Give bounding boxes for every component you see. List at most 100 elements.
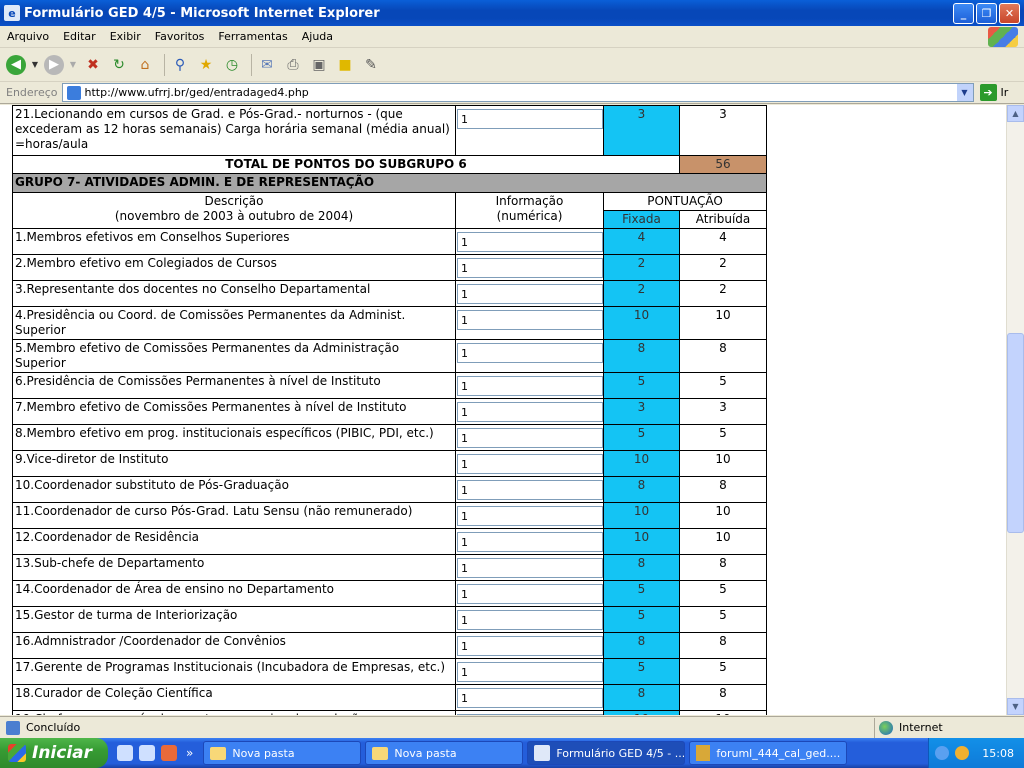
window-title: Formulário GED 4/5 - Microsoft Internet …	[24, 5, 380, 21]
value-input[interactable]	[457, 258, 603, 278]
table-row: 3.Representante dos docentes no Conselho…	[12, 280, 767, 307]
value-input[interactable]	[457, 714, 603, 715]
assigned-score: 3	[679, 398, 767, 425]
refresh-icon[interactable]: ↻	[108, 54, 130, 76]
row-description: 5.Membro efetivo de Comissões Permanente…	[12, 339, 456, 373]
value-input[interactable]	[457, 232, 603, 252]
value-input[interactable]	[457, 109, 603, 129]
media-player-icon[interactable]	[161, 745, 177, 761]
mail-icon[interactable]: ✉	[256, 54, 278, 76]
info-cell	[455, 424, 604, 451]
value-input[interactable]	[457, 310, 603, 330]
address-label: Endereço	[6, 86, 58, 99]
home-icon[interactable]: ⌂	[134, 54, 156, 76]
search-icon[interactable]: ⚲	[169, 54, 191, 76]
scroll-thumb[interactable]	[1007, 333, 1024, 533]
ged-form-table: 21.Lecionando em cursos de Grad. e Pós-G…	[12, 105, 767, 715]
windows-logo-icon	[988, 27, 1018, 47]
menu-ajuda[interactable]: Ajuda	[295, 30, 340, 43]
value-input[interactable]	[457, 343, 603, 363]
value-input[interactable]	[457, 610, 603, 630]
messenger-icon[interactable]: ■	[334, 54, 356, 76]
folder-icon	[372, 746, 389, 760]
row-description: 17.Gerente de Programas Institucionais (…	[12, 658, 456, 685]
table-row: 19.Chefe ou responsável por setor ou ser…	[12, 710, 767, 715]
value-input[interactable]	[457, 402, 603, 422]
print-icon[interactable]: ⎙	[282, 54, 304, 76]
value-input[interactable]	[457, 636, 603, 656]
value-input[interactable]	[457, 376, 603, 396]
value-input[interactable]	[457, 558, 603, 578]
taskbar-button-label: Nova pasta	[232, 746, 295, 760]
table-row: 13.Sub-chefe de Departamento 88	[12, 554, 767, 581]
minimize-button[interactable]: _	[953, 2, 974, 24]
assigned-score: 5	[679, 372, 767, 399]
value-input[interactable]	[457, 662, 603, 682]
row-description: 3.Representante dos docentes no Conselho…	[12, 280, 456, 307]
taskbar-button[interactable]: Formulário GED 4/5 - ...	[527, 741, 686, 765]
score-header: PONTUAÇÃO	[603, 192, 767, 211]
address-input[interactable]: http://www.ufrrj.br/ged/entradaged4.php …	[61, 83, 974, 102]
history-icon[interactable]: ◷	[221, 54, 243, 76]
value-input[interactable]	[457, 532, 603, 552]
info-header: Informação (numérica)	[455, 192, 604, 229]
info-cell	[455, 450, 604, 477]
value-input[interactable]	[457, 584, 603, 604]
quick-launch-expand[interactable]: »	[186, 746, 193, 760]
stop-icon[interactable]: ✖	[82, 54, 104, 76]
row-description: 13.Sub-chefe de Departamento	[12, 554, 456, 581]
assigned-score: 8	[679, 632, 767, 659]
taskbar-button[interactable]: foruml_444_cal_ged....	[689, 741, 848, 765]
table-row: 11.Coordenador de curso Pós-Grad. Latu S…	[12, 502, 767, 529]
table-row: 14.Coordenador de Área de ensino no Depa…	[12, 580, 767, 607]
value-input[interactable]	[457, 454, 603, 474]
row-description: 18.Curador de Coleção Científica	[12, 684, 456, 711]
toolbar-separator	[251, 53, 252, 76]
value-input[interactable]	[457, 688, 603, 708]
network-icon[interactable]	[955, 746, 969, 760]
menu-favoritos[interactable]: Favoritos	[148, 30, 212, 43]
go-button[interactable]: ➔ Ir	[979, 84, 1008, 101]
go-arrow-icon: ➔	[979, 84, 997, 101]
ie-icon[interactable]	[139, 745, 155, 761]
tray-arrow-icon[interactable]	[935, 746, 949, 760]
scroll-up-icon[interactable]: ▲	[1007, 105, 1024, 122]
back-dropdown-icon[interactable]: ▼	[30, 54, 40, 76]
assigned-score: 10	[679, 528, 767, 555]
fixed-score: 10	[603, 502, 680, 529]
taskbar-button[interactable]: Nova pasta	[203, 741, 362, 765]
taskbar-button[interactable]: Nova pasta	[365, 741, 524, 765]
row-description: 8.Membro efetivo em prog. institucionais…	[12, 424, 456, 451]
chevron-down-icon[interactable]: ▼	[956, 84, 973, 101]
address-url[interactable]: http://www.ufrrj.br/ged/entradaged4.php	[85, 86, 957, 99]
value-input[interactable]	[457, 480, 603, 500]
close-button[interactable]: ✕	[999, 2, 1020, 24]
back-icon[interactable]: ◀	[6, 54, 26, 75]
menu-arquivo[interactable]: Arquivo	[0, 30, 56, 43]
fixed-score: 10	[603, 528, 680, 555]
forward-dropdown-icon[interactable]: ▼	[68, 54, 78, 76]
row-description: 19.Chefe ou responsável por setor ou ser…	[12, 710, 456, 715]
vertical-scrollbar[interactable]: ▲ ▼	[1006, 105, 1024, 715]
value-input[interactable]	[457, 506, 603, 526]
value-input[interactable]	[457, 428, 603, 448]
menu-exibir[interactable]: Exibir	[103, 30, 148, 43]
favorites-icon[interactable]: ★	[195, 54, 217, 76]
value-input[interactable]	[457, 284, 603, 304]
scroll-down-icon[interactable]: ▼	[1007, 698, 1024, 715]
task-buttons: Nova pasta Nova pasta Formulário GED 4/5 -…	[199, 741, 848, 765]
research-icon[interactable]: ✎	[360, 54, 382, 76]
start-button[interactable]: Iniciar	[0, 738, 108, 768]
menu-editar[interactable]: Editar	[56, 30, 103, 43]
assigned-score: 5	[679, 658, 767, 685]
row-description: 4.Presidência ou Coord. de Comissões Per…	[12, 306, 456, 340]
maximize-button[interactable]: ❐	[976, 2, 997, 24]
group-header-row: GRUPO 7- ATIVIDADES ADMIN. E DE REPRESEN…	[12, 173, 767, 193]
info-cell	[455, 606, 604, 633]
explorer-icon[interactable]	[117, 745, 133, 761]
edit-icon[interactable]: ▣	[308, 54, 330, 76]
forward-icon[interactable]: ▶	[44, 54, 64, 75]
menu-ferramentas[interactable]: Ferramentas	[211, 30, 294, 43]
fixed-score: 8	[603, 339, 680, 373]
row-description: 9.Vice-diretor de Instituto	[12, 450, 456, 477]
